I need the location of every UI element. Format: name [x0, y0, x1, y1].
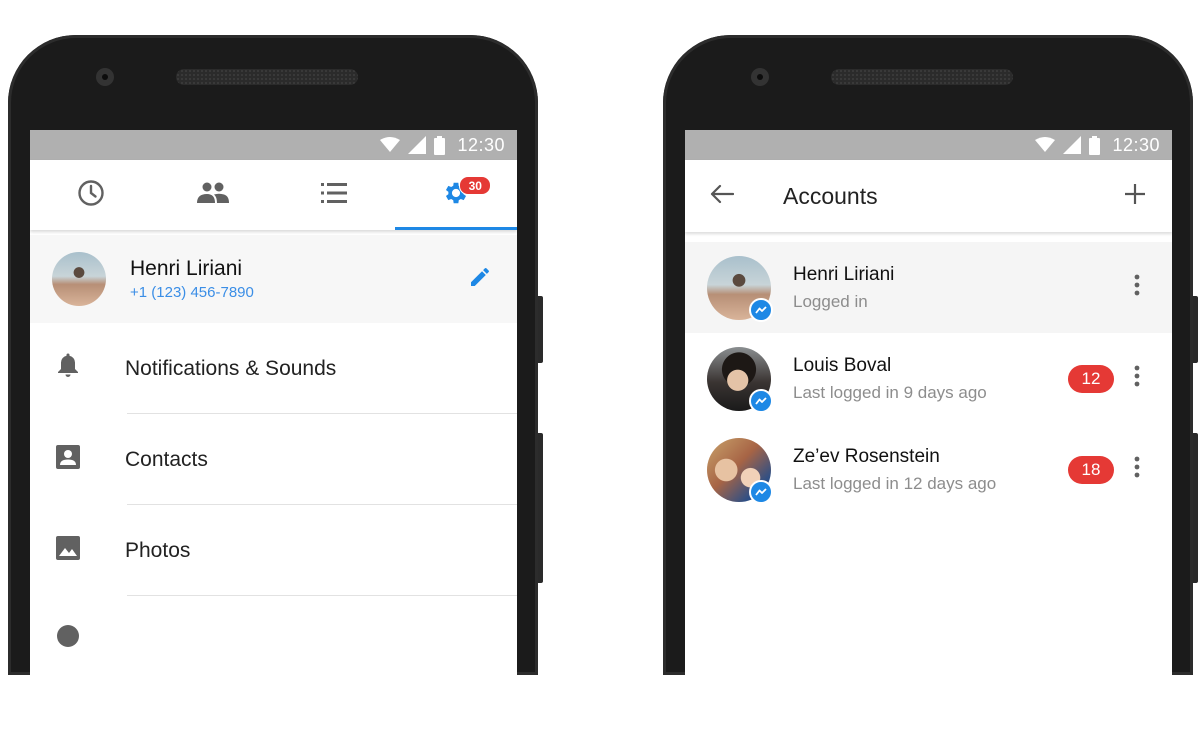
app-bar: Accounts [685, 160, 1172, 232]
avatar [707, 255, 773, 322]
avatar [707, 437, 773, 504]
contact-card-icon [55, 445, 80, 474]
menu-item-photos[interactable]: Photos [30, 505, 517, 596]
signal-icon [1063, 136, 1082, 154]
more-options-button[interactable] [1124, 456, 1150, 483]
front-camera [96, 68, 114, 86]
notification-badge: 30 [459, 176, 492, 195]
tab-bar: 30 [30, 160, 517, 230]
earpiece-speaker [831, 69, 1013, 85]
unread-count-badge: 18 [1068, 455, 1114, 484]
menu-item-partial[interactable] [30, 596, 517, 647]
people-icon [196, 182, 229, 209]
wifi-icon [380, 137, 401, 153]
messenger-icon [749, 388, 773, 413]
wifi-icon [1035, 137, 1056, 153]
account-name: Henri Liriani [793, 263, 895, 285]
power-button [538, 296, 543, 363]
clock-icon [77, 179, 105, 212]
status-bar: 12:30 [685, 130, 1172, 160]
battery-icon [1089, 135, 1101, 155]
pencil-icon [468, 265, 492, 294]
accounts-list: Henri Liriani Logged in Louis Boval Last… [685, 242, 1172, 515]
signal-icon [408, 136, 427, 154]
status-bar: 12:30 [30, 130, 517, 160]
more-vert-icon [1134, 274, 1140, 301]
tab-lists[interactable] [274, 160, 396, 230]
add-account-button[interactable] [1098, 183, 1172, 209]
account-row[interactable]: Henri Liriani Logged in [685, 242, 1172, 333]
front-camera [751, 68, 769, 86]
tab-people[interactable] [152, 160, 274, 230]
volume-button [1193, 433, 1198, 583]
menu-item-notifications[interactable]: Notifications & Sounds [30, 323, 517, 414]
back-button[interactable] [685, 184, 759, 209]
settings-screen: 12:30 30 Henri Liriani +1 (123) 456-7890… [30, 130, 517, 730]
photo-icon [55, 536, 80, 565]
tab-settings[interactable]: 30 [395, 160, 517, 230]
more-options-button[interactable] [1124, 274, 1150, 301]
menu-item-contacts[interactable]: Contacts [30, 414, 517, 505]
status-time: 12:30 [1112, 134, 1160, 155]
menu-label: Contacts [125, 447, 208, 471]
list-icon [321, 182, 348, 208]
profile-phone: +1 (123) 456-7890 [130, 284, 254, 301]
account-row[interactable]: Ze’ev Rosenstein Last logged in 12 days … [685, 424, 1172, 515]
page-title: Accounts [783, 182, 878, 209]
power-button [1193, 296, 1198, 363]
phone-right: 12:30 Accounts Henri Liriani Logged in L… [663, 35, 1198, 730]
messenger-icon [749, 479, 773, 504]
unread-count-badge: 12 [1068, 364, 1114, 393]
bell-icon [56, 353, 80, 384]
profile-name: Henri Liriani [130, 257, 243, 280]
account-status: Last logged in 12 days ago [793, 473, 997, 493]
more-vert-icon [1134, 456, 1140, 483]
account-name: Ze’ev Rosenstein [793, 445, 940, 467]
avatar [52, 252, 106, 306]
status-time: 12:30 [457, 134, 505, 155]
profile-row[interactable]: Henri Liriani +1 (123) 456-7890 [30, 235, 517, 323]
more-vert-icon [1134, 365, 1140, 392]
plus-icon [1125, 183, 1145, 209]
battery-icon [434, 135, 446, 155]
accounts-screen: 12:30 Accounts Henri Liriani Logged in L… [685, 130, 1172, 730]
menu-label: Photos [125, 538, 191, 562]
edit-profile-button[interactable] [465, 264, 495, 294]
more-options-button[interactable] [1124, 365, 1150, 392]
account-row[interactable]: Louis Boval Last logged in 9 days ago 12 [685, 333, 1172, 424]
circle-icon [56, 624, 80, 653]
settings-menu: Notifications & Sounds Contacts Photos [30, 323, 517, 647]
volume-button [538, 433, 543, 583]
account-name: Louis Boval [793, 354, 892, 376]
account-status: Last logged in 9 days ago [793, 382, 987, 402]
avatar [707, 346, 773, 413]
account-status: Logged in [793, 291, 868, 311]
menu-label: Notifications & Sounds [125, 356, 337, 380]
messenger-icon [749, 297, 773, 322]
arrow-left-icon [710, 184, 735, 209]
tab-recent[interactable] [30, 160, 152, 230]
phone-left: 12:30 30 Henri Liriani +1 (123) 456-7890… [8, 35, 543, 730]
earpiece-speaker [176, 69, 358, 85]
